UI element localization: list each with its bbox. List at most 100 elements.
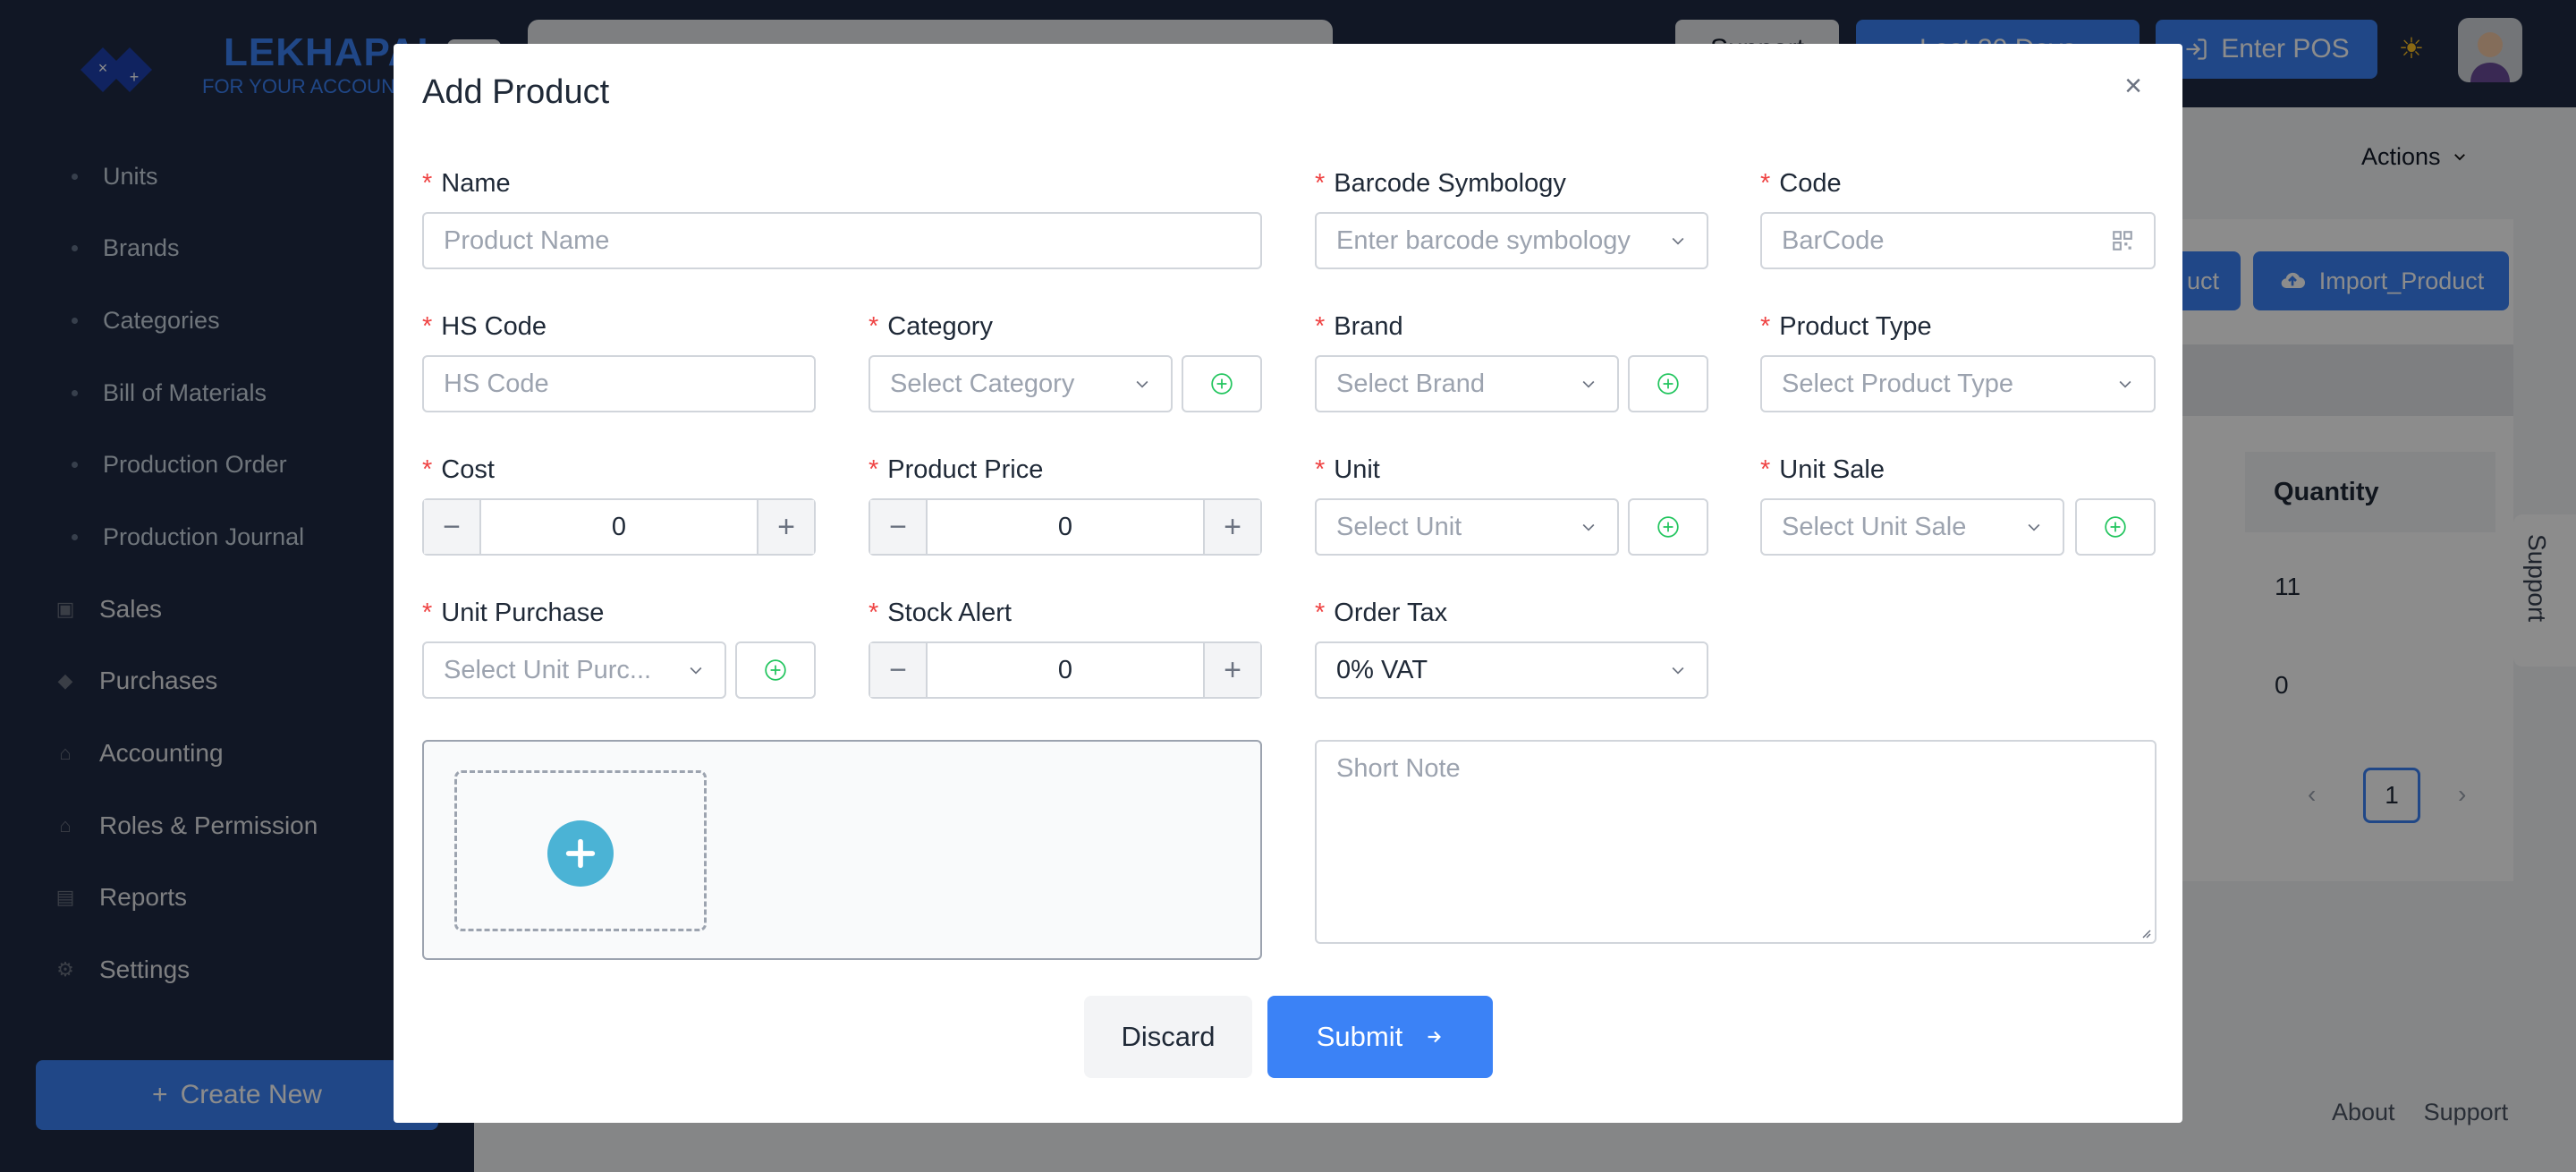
cost-label: * Cost [422,455,495,485]
required-marker: * [1315,169,1326,198]
short-note-textarea[interactable]: Short Note [1315,740,2157,944]
hs-code-input[interactable]: HS Code [422,355,816,412]
submit-button[interactable]: Submit [1267,996,1493,1078]
add-unit-purchase-button[interactable] [735,641,816,699]
required-marker: * [1760,312,1771,341]
hs-code-label-text: HS Code [441,312,547,341]
short-note-placeholder: Short Note [1336,754,1461,783]
barcode-symbology-select[interactable]: Enter barcode symbology [1315,212,1708,269]
required-marker: * [1315,599,1326,627]
barcode-symbology-placeholder: Enter barcode symbology [1336,225,1631,255]
required-marker: * [1315,455,1326,484]
plus-circle-icon [1211,373,1233,395]
product-type-label: * Product Type [1760,312,1932,342]
increment-icon[interactable]: + [757,500,814,554]
decrement-icon[interactable]: − [870,643,928,697]
unit-purchase-label-text: Unit Purchase [441,599,605,627]
name-placeholder: Product Name [444,225,610,255]
required-marker: * [422,312,433,341]
close-icon[interactable]: × [2120,71,2147,101]
name-label: * Name [422,169,511,199]
plus-circle-icon [765,659,786,681]
decrement-icon[interactable]: − [424,500,481,554]
category-label: * Category [869,312,993,342]
cost-label-text: Cost [441,455,495,484]
code-input[interactable]: BarCode [1760,212,2156,269]
chevron-down-icon [2119,380,2131,388]
order-tax-label: * Order Tax [1315,599,1447,628]
chevron-down-icon [1582,380,1595,388]
brand-placeholder: Select Brand [1336,369,1486,398]
plus-circle-icon [2105,516,2126,538]
chevron-down-icon [1672,237,1684,245]
unit-purchase-placeholder: Select Unit Purc... [444,655,652,684]
cost-value[interactable]: 0 [481,500,757,554]
required-marker: * [422,455,433,484]
submit-label: Submit [1316,1021,1403,1052]
modal-title: Add Product [422,73,610,111]
unit-sale-label: * Unit Sale [1760,455,1885,485]
product-price-value[interactable]: 0 [928,500,1203,554]
unit-purchase-label: * Unit Purchase [422,599,604,628]
chevron-down-icon [2028,523,2040,531]
code-label: * Code [1760,169,1842,199]
required-marker: * [1315,312,1326,341]
name-input[interactable]: Product Name [422,212,1262,269]
name-label-text: Name [441,169,511,198]
product-type-placeholder: Select Product Type [1782,369,2014,398]
category-select[interactable]: Select Category [869,355,1173,412]
product-price-stepper: − 0 + [869,498,1262,556]
stock-alert-value[interactable]: 0 [928,643,1203,697]
increment-icon[interactable]: + [1203,643,1260,697]
required-marker: * [422,599,433,627]
add-category-button[interactable] [1182,355,1262,412]
brand-label-text: Brand [1334,312,1403,341]
chevron-down-icon [1582,523,1595,531]
chevron-down-icon [690,667,702,675]
brand-select[interactable]: Select Brand [1315,355,1619,412]
unit-sale-select[interactable]: Select Unit Sale [1760,498,2064,556]
decrement-icon[interactable]: − [870,500,928,554]
add-product-modal: Add Product × * Name Product Name * Barcod… [394,44,2182,1123]
required-marker: * [1760,455,1771,484]
add-unit-button[interactable] [1628,498,1708,556]
image-upload-dropzone[interactable] [454,770,707,931]
discard-button[interactable]: Discard [1084,996,1252,1078]
stock-alert-stepper: − 0 + [869,641,1262,699]
plus-circle-icon [1657,516,1679,538]
order-tax-label-text: Order Tax [1334,599,1448,627]
category-label-text: Category [887,312,993,341]
unit-select[interactable]: Select Unit [1315,498,1619,556]
required-marker: * [422,169,433,198]
arrow-right-icon [1428,1031,1442,1043]
resize-handle-icon[interactable] [2139,926,2151,938]
qr-code-icon[interactable] [2111,229,2134,252]
add-unit-sale-button[interactable] [2075,498,2156,556]
stock-alert-label: * Stock Alert [869,599,1012,628]
category-placeholder: Select Category [890,369,1075,398]
image-upload-area [422,740,1262,960]
required-marker: * [869,455,879,484]
unit-label-text: Unit [1334,455,1380,484]
hs-code-label: * HS Code [422,312,547,342]
unit-sale-placeholder: Select Unit Sale [1782,512,1967,541]
product-type-label-text: Product Type [1779,312,1932,341]
barcode-symbology-label: * Barcode Symbology [1315,169,1566,199]
plus-circle-icon [1657,373,1679,395]
product-price-label: * Product Price [869,455,1043,485]
barcode-symbology-label-text: Barcode Symbology [1334,169,1566,198]
code-label-text: Code [1779,169,1842,198]
product-type-select[interactable]: Select Product Type [1760,355,2156,412]
unit-label: * Unit [1315,455,1380,485]
unit-purchase-select[interactable]: Select Unit Purc... [422,641,726,699]
required-marker: * [1760,169,1771,198]
cost-stepper: − 0 + [422,498,816,556]
unit-sale-label-text: Unit Sale [1779,455,1885,484]
stock-alert-label-text: Stock Alert [887,599,1012,627]
add-brand-button[interactable] [1628,355,1708,412]
unit-placeholder: Select Unit [1336,512,1462,541]
order-tax-select[interactable]: 0% VAT [1315,641,1708,699]
code-placeholder: BarCode [1782,225,1885,255]
increment-icon[interactable]: + [1203,500,1260,554]
upload-plus-icon [547,820,614,887]
